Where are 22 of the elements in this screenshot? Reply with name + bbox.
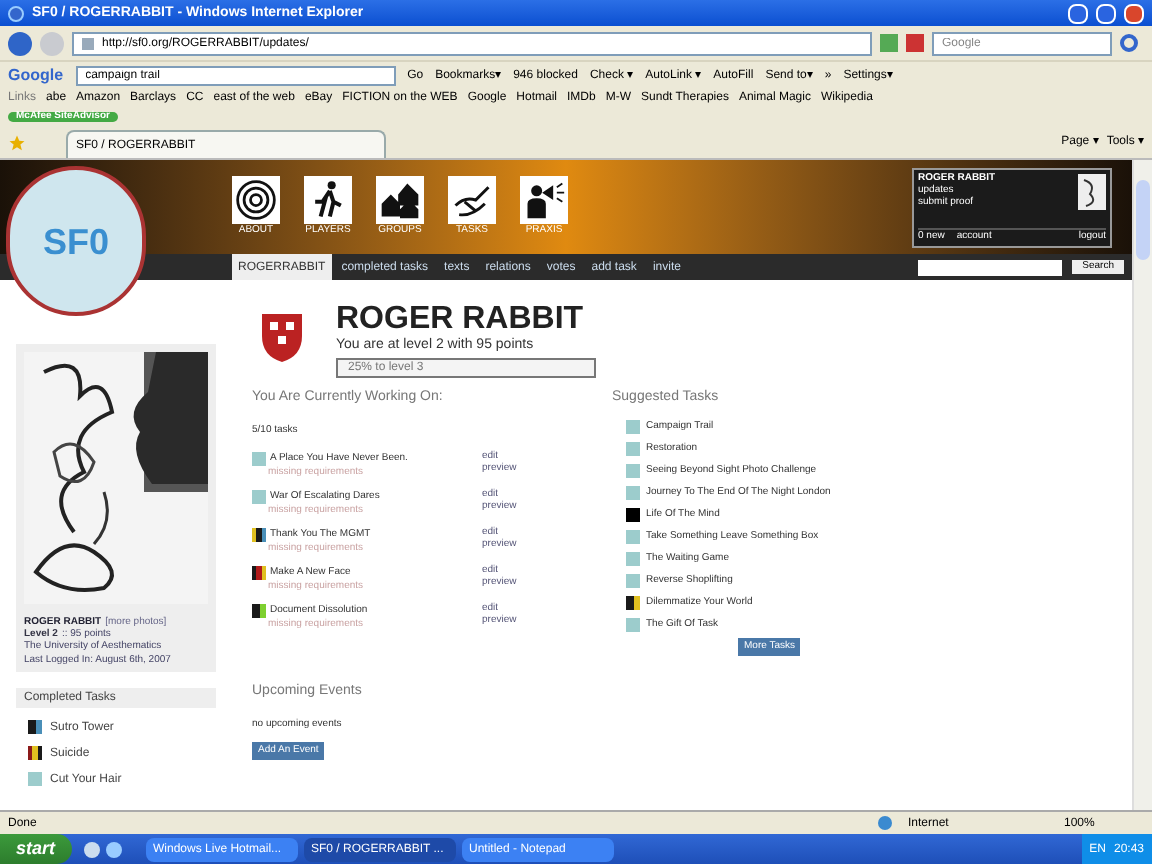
browser-icon [8,5,24,21]
minimize-button[interactable] [1068,3,1088,23]
section-tile[interactable] [376,176,424,224]
page-icon [82,37,94,49]
site-logo: SF0 [6,166,146,316]
avatar-thumbnail [1078,174,1106,210]
houses-icon [378,178,422,222]
back-button[interactable] [8,31,32,55]
star-icon[interactable] [8,133,26,151]
site-search-field[interactable] [918,259,1063,275]
google-logo: Google [8,67,64,83]
target-icon [234,178,278,222]
player-name: ROGER RABBIT [336,304,586,336]
section-tile[interactable] [232,176,280,224]
megaphone-person-icon [522,178,566,222]
section-tile[interactable] [448,176,496,224]
maximize-button[interactable] [1096,3,1116,23]
scrollbar[interactable] [1132,160,1152,810]
section-tile[interactable] [520,176,568,224]
start-button[interactable]: start [0,834,72,864]
close-button[interactable] [1124,3,1144,23]
section-tile[interactable] [304,176,352,224]
